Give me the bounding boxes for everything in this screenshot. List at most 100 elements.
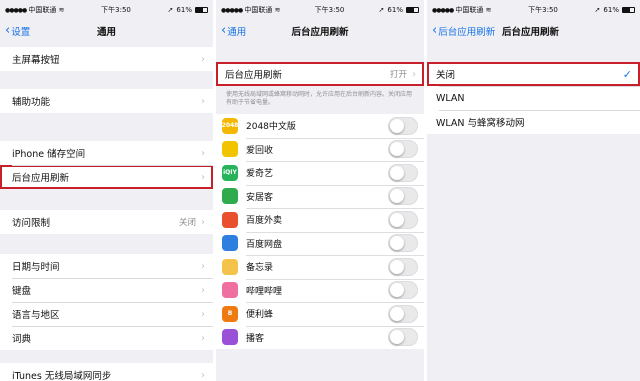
status-bar: ●●●●● 中国联通 ≋ 下午3:50 ➚ 61% — [0, 0, 213, 20]
row-label: 访问限制 — [12, 218, 51, 229]
row-label: 后台应用刷新 — [225, 70, 283, 81]
back-button[interactable]: ‹ 设置 — [5, 22, 31, 39]
background-refresh-panel: ●●●●● 中国联通 ≋ 下午3:50 ➚ 61% ‹ 通用 后台应用刷新 后台应用… — [216, 0, 424, 381]
nav-bar: ‹ 设置 通用 — [0, 20, 213, 42]
background-refresh-setting-row[interactable]: 后台应用刷新 打开 › — [216, 62, 424, 86]
chevron-right-icon: › — [412, 68, 416, 80]
signal-icon: ●●●●● — [221, 7, 243, 14]
restrictions-row[interactable]: 访问限制 关闭 › — [0, 210, 213, 234]
app-icon — [222, 282, 238, 299]
row-label: iTunes 无线局域网同步 — [12, 371, 112, 381]
refresh-toggle[interactable] — [388, 234, 418, 253]
home-button-row[interactable]: 主屏幕按钮 › — [0, 47, 213, 71]
row-value: 关闭 — [178, 218, 196, 228]
refresh-toggle[interactable] — [388, 163, 418, 182]
chevron-right-icon: › — [201, 284, 205, 296]
row-label: 辅助功能 — [12, 97, 51, 108]
status-bar: ●●●●● 中国联通 ≋ 下午3:50 ➚ 61% — [427, 0, 640, 20]
app-row: 爱回收 — [216, 137, 424, 161]
back-label: 通用 — [227, 27, 247, 38]
back-label: 设置 — [11, 27, 31, 38]
option-wlan-cellular[interactable]: WLAN 与蜂窝移动网 — [427, 110, 640, 134]
wifi-icon: ≋ — [485, 6, 492, 14]
back-button[interactable]: ‹ 后台应用刷新 — [432, 22, 496, 39]
app-row: 百度网盘 — [216, 231, 424, 255]
option-label: 关闭 — [436, 70, 456, 81]
refresh-toggle[interactable] — [388, 210, 418, 229]
chevron-right-icon: › — [201, 95, 205, 107]
app-row: 安居客 — [216, 184, 424, 208]
back-button[interactable]: ‹ 通用 — [221, 22, 247, 39]
app-name: 便利蜂 — [246, 310, 274, 321]
app-row: 备忘录 — [216, 255, 424, 279]
nav-bar: ‹ 后台应用刷新 后台应用刷新 — [427, 20, 640, 42]
battery-icon — [621, 7, 635, 13]
language-region-row[interactable]: 语言与地区 › — [0, 302, 213, 326]
back-label: 后台应用刷新 — [438, 27, 496, 38]
general-settings-panel: ●●●●● 中国联通 ≋ 下午3:50 ➚ 61% ‹ 设置 通用 主屏幕按钮 › 辅… — [0, 0, 213, 381]
background-refresh-row[interactable]: 后台应用刷新 › — [0, 165, 213, 189]
app-name: 2048中文版 — [246, 122, 296, 133]
app-icon — [222, 258, 238, 275]
refresh-toggle[interactable] — [388, 257, 418, 276]
wifi-icon: ≋ — [274, 6, 281, 14]
battery-icon — [405, 7, 419, 13]
app-name: 爱回收 — [246, 145, 274, 156]
chevron-left-icon: ‹ — [5, 22, 11, 38]
refresh-toggle[interactable] — [388, 304, 418, 323]
signal-icon: ●●●●● — [5, 7, 27, 14]
row-label: iPhone 储存空间 — [12, 149, 86, 160]
app-name: 百度网盘 — [246, 239, 283, 250]
chevron-right-icon: › — [201, 216, 205, 228]
page-title: 后台应用刷新 — [291, 27, 349, 38]
option-wlan[interactable]: WLAN — [427, 86, 640, 110]
chevron-right-icon: › — [201, 332, 205, 344]
app-icon — [222, 211, 238, 228]
option-label: WLAN 与蜂窝移动网 — [436, 118, 525, 129]
app-icon: B — [222, 305, 238, 322]
clock: 下午3:50 — [528, 6, 558, 14]
chevron-right-icon: › — [201, 308, 205, 320]
app-name: 播客 — [246, 333, 265, 344]
row-label: 后台应用刷新 — [12, 173, 70, 184]
refresh-toggle[interactable] — [388, 187, 418, 206]
row-label: 主屏幕按钮 — [12, 55, 60, 66]
battery-percent: 61% — [176, 6, 192, 14]
app-icon — [222, 188, 238, 205]
clock: 下午3:50 — [101, 6, 131, 14]
location-icon: ➚ — [594, 6, 601, 14]
wifi-icon: ≋ — [58, 6, 65, 14]
refresh-options-panel: ●●●●● 中国联通 ≋ 下午3:50 ➚ 61% ‹ 后台应用刷新 后台应用刷新 … — [427, 0, 640, 381]
option-off[interactable]: 关闭 ✓ — [427, 62, 640, 86]
carrier-name: 中国联通 — [455, 6, 484, 14]
app-row: 百度外卖 — [216, 208, 424, 232]
app-name: 爱奇艺 — [246, 169, 274, 180]
app-row: 播客 — [216, 325, 424, 349]
row-value: 打开 — [389, 70, 407, 80]
row-label: 词典 — [12, 334, 32, 345]
carrier-indicator: ●●●●● 中国联通 ≋ — [221, 5, 281, 15]
chevron-right-icon: › — [201, 260, 205, 272]
page-title: 通用 — [96, 27, 116, 38]
date-time-row[interactable]: 日期与时间 › — [0, 254, 213, 278]
itunes-sync-row[interactable]: iTunes 无线局域网同步 › — [0, 363, 213, 381]
chevron-right-icon: › — [201, 53, 205, 65]
chevron-left-icon: ‹ — [432, 22, 438, 38]
app-row: 2048 2048中文版 — [216, 114, 424, 138]
checkmark-icon: ✓ — [622, 67, 632, 81]
dictionary-row[interactable]: 词典 › — [0, 326, 213, 350]
app-icon — [222, 329, 238, 346]
carrier-name: 中国联通 — [28, 6, 57, 14]
keyboard-row[interactable]: 键盘 › — [0, 278, 213, 302]
app-name: 安居客 — [246, 192, 274, 203]
carrier-indicator: ●●●●● 中国联通 ≋ — [432, 5, 492, 15]
chevron-left-icon: ‹ — [221, 22, 227, 38]
refresh-toggle[interactable] — [388, 116, 418, 135]
refresh-toggle[interactable] — [388, 328, 418, 347]
signal-icon: ●●●●● — [432, 7, 454, 14]
refresh-toggle[interactable] — [388, 281, 418, 300]
storage-row[interactable]: iPhone 储存空间 › — [0, 141, 213, 165]
accessibility-row[interactable]: 辅助功能 › — [0, 89, 213, 113]
app-icon: 2048 — [222, 117, 238, 134]
refresh-toggle[interactable] — [388, 140, 418, 159]
